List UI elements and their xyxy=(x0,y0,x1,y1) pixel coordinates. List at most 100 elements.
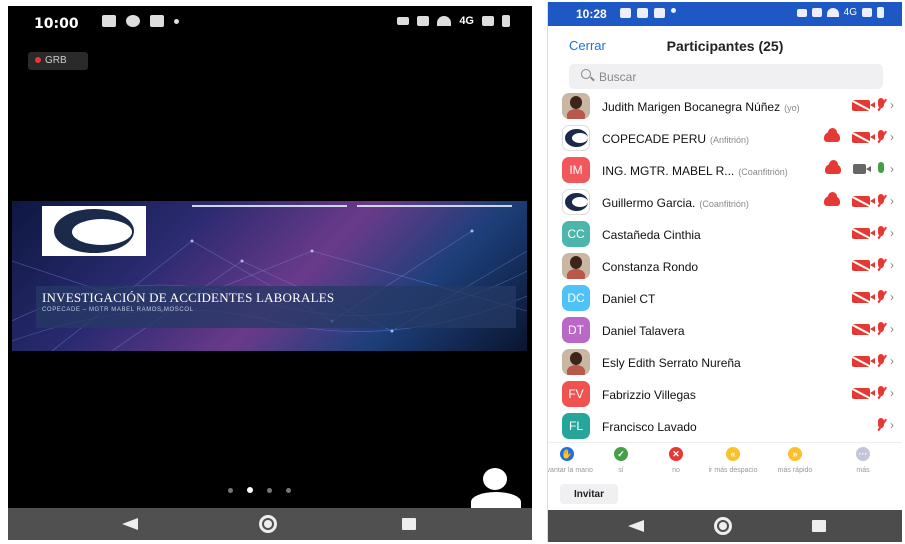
participant-avatar: DC xyxy=(562,285,590,311)
participant-row[interactable]: Esly Edith Serrato Nureña › xyxy=(548,346,902,378)
slide-title-band: INVESTIGACIÓN DE ACCIDENTES LABORALES CO… xyxy=(36,286,516,328)
participant-avatar xyxy=(562,189,590,215)
recording-badge: GRB xyxy=(28,52,88,70)
mic-muted-icon xyxy=(876,386,886,400)
mic-muted-icon xyxy=(876,130,886,144)
participant-role: (Coanfitrión) xyxy=(699,199,749,209)
reaction-icon: « xyxy=(726,447,740,461)
battery-icon xyxy=(502,15,510,27)
invite-button[interactable]: Invitar xyxy=(560,484,618,504)
hotspot-icon xyxy=(811,8,822,17)
mic-muted-icon xyxy=(876,258,886,272)
record-dot-icon xyxy=(35,57,41,64)
back-icon[interactable] xyxy=(628,520,644,532)
search-icon xyxy=(581,69,591,79)
participant-name: Daniel Talavera xyxy=(602,324,685,338)
participant-name: Constanza Rondo xyxy=(602,260,699,274)
chevron-right-icon: › xyxy=(890,130,894,144)
participant-row[interactable]: IM ING. MGTR. MABEL R... (Coanfitrión) › xyxy=(548,154,902,186)
reaction-icon: ··· xyxy=(856,447,870,461)
vibrate-icon xyxy=(796,8,807,17)
mic-muted-icon xyxy=(876,418,886,432)
reaction-icon: ✕ xyxy=(669,447,683,461)
more-notifications-icon xyxy=(174,18,179,24)
chevron-right-icon: › xyxy=(890,258,894,272)
reaction-button[interactable]: » más rápido xyxy=(760,447,830,474)
chevron-right-icon: › xyxy=(890,322,894,336)
copecade-logo: COPECADE xyxy=(42,206,146,256)
chevron-right-icon: › xyxy=(890,386,894,400)
participant-avatar: IM xyxy=(562,157,590,183)
reaction-button[interactable]: « ir más despacio xyxy=(698,447,768,474)
recents-icon[interactable] xyxy=(812,520,826,532)
video-on-icon xyxy=(853,164,871,174)
participant-row[interactable]: DT Daniel Talavera › xyxy=(548,314,902,346)
whatsapp-icon xyxy=(126,15,140,27)
participant-row[interactable]: FV Fabrizzio Villegas › xyxy=(548,378,902,410)
chevron-right-icon: › xyxy=(890,162,894,176)
recents-icon[interactable] xyxy=(402,518,416,530)
video-off-icon xyxy=(852,387,875,399)
notification-icon xyxy=(102,15,116,27)
video-off-icon xyxy=(852,195,875,207)
participant-row[interactable]: Constanza Rondo › xyxy=(548,250,902,282)
video-off-icon xyxy=(852,355,875,367)
participants-screen: 10:28 4G Participantes (25) Cerrar Judit… xyxy=(547,2,902,542)
search-input[interactable] xyxy=(599,68,859,85)
wifi-icon xyxy=(437,16,452,26)
participant-role: (Coanfitrión) xyxy=(738,167,788,177)
mic-on-icon xyxy=(876,162,886,176)
participant-row[interactable]: FL Francisco Lavado › xyxy=(548,410,902,442)
participant-role: (Anfitrión) xyxy=(710,135,750,145)
reaction-icon: » xyxy=(788,447,802,461)
vibrate-icon xyxy=(397,17,410,25)
participant-name: Esly Edith Serrato Nureña xyxy=(602,356,741,370)
network-label: 4G xyxy=(843,7,857,18)
participant-avatar: DT xyxy=(562,317,590,343)
participant-row[interactable]: Judith Marigen Bocanegra Núñez (yo) › xyxy=(548,90,902,122)
mic-muted-icon xyxy=(876,354,886,368)
participant-row[interactable]: DC Daniel CT › xyxy=(548,282,902,314)
participant-avatar xyxy=(562,125,590,151)
battery-icon xyxy=(877,7,884,18)
participant-avatar xyxy=(562,93,590,119)
home-icon[interactable] xyxy=(259,515,277,533)
participants-header: Participantes (25) Cerrar xyxy=(548,32,902,62)
reactions-bar: ✋levantar la mano✓sí✕no«ir más despacio»… xyxy=(548,442,902,478)
chevron-right-icon: › xyxy=(890,226,894,240)
close-button[interactable]: Cerrar xyxy=(569,38,606,53)
video-off-icon xyxy=(852,259,875,271)
participant-row[interactable]: COPECADE PERU (Anfitrión) › xyxy=(548,122,902,154)
facebook-icon xyxy=(637,8,648,18)
video-off-icon xyxy=(852,323,875,335)
chevron-right-icon: › xyxy=(890,290,894,304)
participant-row[interactable]: CC Castañeda Cinthia › xyxy=(548,218,902,250)
participant-name: ING. MGTR. MABEL R... (Coanfitrión) xyxy=(602,164,788,178)
reaction-label: más xyxy=(856,467,870,474)
chevron-right-icon: › xyxy=(890,98,894,112)
reaction-button[interactable]: ··· más xyxy=(828,447,898,474)
participant-avatar xyxy=(562,349,590,375)
back-icon[interactable] xyxy=(122,518,138,530)
participant-name: Judith Marigen Bocanegra Núñez (yo) xyxy=(602,100,800,114)
android-nav-bar xyxy=(548,510,902,542)
participant-row[interactable]: Guillermo Garcia. (Coanfitrión) › xyxy=(548,186,902,218)
reaction-label: más rápido xyxy=(777,467,813,474)
page-indicator[interactable] xyxy=(228,487,291,493)
chevron-right-icon: › xyxy=(890,418,894,432)
video-off-icon xyxy=(852,227,875,239)
video-off-icon xyxy=(852,291,875,303)
search-bar[interactable] xyxy=(569,64,883,89)
home-icon[interactable] xyxy=(714,517,732,535)
mic-muted-icon xyxy=(876,194,886,208)
status-bar: 10:00 4G xyxy=(8,6,532,42)
screen-record-icon xyxy=(654,8,665,18)
hotspot-icon xyxy=(417,16,430,26)
slide-title: INVESTIGACIÓN DE ACCIDENTES LABORALES xyxy=(42,290,335,305)
video-off-icon xyxy=(852,131,875,143)
status-time: 10:00 xyxy=(34,16,79,32)
participant-name: Francisco Lavado xyxy=(602,420,697,434)
self-view-avatar[interactable] xyxy=(468,468,522,512)
mic-muted-icon xyxy=(876,290,886,304)
mic-muted-icon xyxy=(876,322,886,336)
